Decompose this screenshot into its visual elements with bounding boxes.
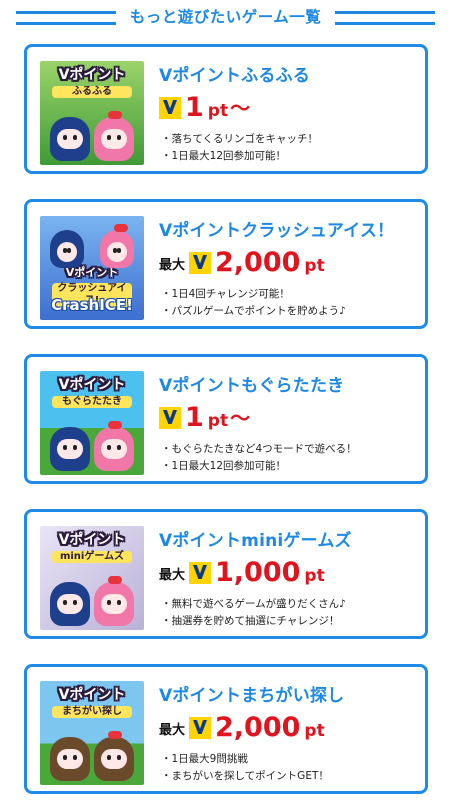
thumbnail-logo-text: Vポイント	[58, 67, 126, 83]
points-unit: pt	[304, 256, 325, 276]
game-title[interactable]: Vポイントminiゲームズ	[159, 526, 352, 551]
points-value: 1	[185, 92, 204, 123]
game-thumbnail[interactable]: Vポイント miniゲームズ	[40, 526, 144, 630]
game-thumbnail[interactable]: Vポイント ふるふる	[40, 61, 144, 165]
list-item: 1日最大9問挑戦	[161, 751, 329, 768]
points-suffix: 〜	[230, 96, 251, 120]
max-points: 最大 2,000 pt	[159, 711, 325, 743]
list-item: 1日最大12回参加可能！	[161, 458, 357, 475]
game-thumbnail[interactable]: Vポイント まちがい探し	[40, 681, 144, 785]
points-prefix: 最大	[159, 723, 186, 738]
thumbnail-crashice-logo: CrashICE!	[51, 296, 133, 314]
points-value: 2,000	[215, 712, 301, 743]
v-point-icon	[189, 252, 212, 274]
game-card-crash-ice[interactable]: Vポイント クラッシュアイス! CrashICE! Vポイントクラッシュアイス！…	[24, 199, 428, 329]
mascot-detective-blue	[50, 737, 90, 781]
points-value: 2,000	[215, 247, 301, 278]
game-card-furufuru[interactable]: Vポイント ふるふる Vポイントふるふる 1 pt 〜 落ちてくるリンゴをキャッ…	[24, 44, 428, 174]
mascot-pink	[94, 111, 134, 161]
points-unit: pt	[207, 411, 229, 431]
game-thumbnail[interactable]: Vポイント クラッシュアイス! CrashICE!	[40, 216, 144, 320]
game-card-mini-games[interactable]: Vポイント miniゲームズ Vポイントminiゲームズ 最大 1,000 pt…	[24, 509, 428, 639]
feature-list: 1日最大9問挑戦 まちがいを探してポイントGET！	[161, 751, 329, 785]
max-points: 最大 1,000 pt	[159, 556, 325, 588]
max-points: 最大 2,000 pt	[159, 246, 325, 278]
mascot-detective-pink	[94, 731, 134, 781]
mascot-pink	[100, 224, 134, 268]
list-item: 落ちてくるリンゴをキャッチ！	[161, 131, 318, 148]
feature-list: 無料で遊べるゲームが盛りだくさん♪ 抽選券を貯めて抽選にチャレンジ！	[161, 596, 346, 630]
list-item: 1日4回チャレンジ可能！	[161, 286, 346, 303]
v-point-icon	[189, 562, 212, 584]
points-prefix: 最大	[159, 258, 186, 273]
thumbnail-sub-text: もぐらたたき	[52, 396, 132, 408]
feature-list: 落ちてくるリンゴをキャッチ！ 1日最大12回参加可能！	[161, 131, 318, 165]
mascot-blue	[50, 230, 84, 268]
points-unit: pt	[304, 721, 325, 741]
max-points: 1 pt 〜	[159, 91, 250, 123]
v-point-icon	[189, 717, 212, 739]
max-points: 1 pt 〜	[159, 401, 250, 433]
game-title[interactable]: Vポイントもぐらたたき	[159, 371, 344, 396]
thumbnail-sub-text: まちがい探し	[52, 706, 132, 718]
mascot-pink	[94, 421, 134, 471]
game-title[interactable]: Vポイントふるふる	[159, 61, 310, 86]
thumbnail-logo: Vポイント ふるふる	[46, 67, 138, 98]
header-rule-right	[335, 11, 435, 25]
list-item: まちがいを探してポイントGET！	[161, 768, 329, 785]
thumbnail-logo-text: Vポイント	[58, 377, 126, 393]
mascot-blue	[50, 427, 90, 471]
points-value: 1	[185, 402, 204, 433]
game-title[interactable]: Vポイントクラッシュアイス！	[159, 216, 394, 241]
mascot-blue	[50, 582, 90, 626]
list-item: 無料で遊べるゲームが盛りだくさん♪	[161, 596, 346, 613]
list-item: 1日最大12回参加可能！	[161, 148, 318, 165]
points-suffix: 〜	[230, 406, 251, 430]
thumbnail-sub-text: ふるふる	[52, 86, 132, 98]
game-thumbnail[interactable]: Vポイント もぐらたたき	[40, 371, 144, 475]
thumbnail-logo: Vポイント まちがい探し	[46, 687, 138, 718]
points-value: 1,000	[215, 557, 301, 588]
points-prefix: 最大	[159, 568, 186, 583]
feature-list: 1日4回チャレンジ可能！ パズルゲームでポイントを貯めよう♪	[161, 286, 346, 320]
thumbnail-logo: Vポイント miniゲームズ	[46, 532, 138, 563]
section-title: もっと遊びたいゲーム一覧	[129, 8, 322, 26]
list-item: パズルゲームでポイントを貯めよう♪	[161, 303, 346, 320]
thumbnail-logo-text: Vポイント	[58, 687, 126, 703]
thumbnail-logo: Vポイント もぐらたたき	[46, 377, 138, 408]
section-header: もっと遊びたいゲーム一覧	[0, 4, 451, 32]
header-rule-left	[16, 11, 116, 25]
game-title[interactable]: Vポイントまちがい探し	[159, 681, 344, 706]
list-item: 抽選券を貯めて抽選にチャレンジ！	[161, 613, 346, 630]
v-point-icon	[159, 407, 181, 429]
game-card-mogura[interactable]: Vポイント もぐらたたき Vポイントもぐらたたき 1 pt 〜 もぐらたたきなど…	[24, 354, 428, 484]
points-unit: pt	[207, 101, 229, 121]
v-point-icon	[159, 97, 181, 119]
game-card-machigai[interactable]: Vポイント まちがい探し Vポイントまちがい探し 最大 2,000 pt 1日最…	[24, 664, 428, 794]
list-item: もぐらたたきなど4つモードで遊べる！	[161, 441, 357, 458]
feature-list: もぐらたたきなど4つモードで遊べる！ 1日最大12回参加可能！	[161, 441, 357, 475]
thumbnail-logo-text: Vポイント	[58, 532, 126, 548]
mascot-blue	[50, 117, 90, 161]
mascot-pink	[94, 576, 134, 626]
points-unit: pt	[304, 566, 325, 586]
thumbnail-sub-text: miniゲームズ	[52, 551, 132, 563]
